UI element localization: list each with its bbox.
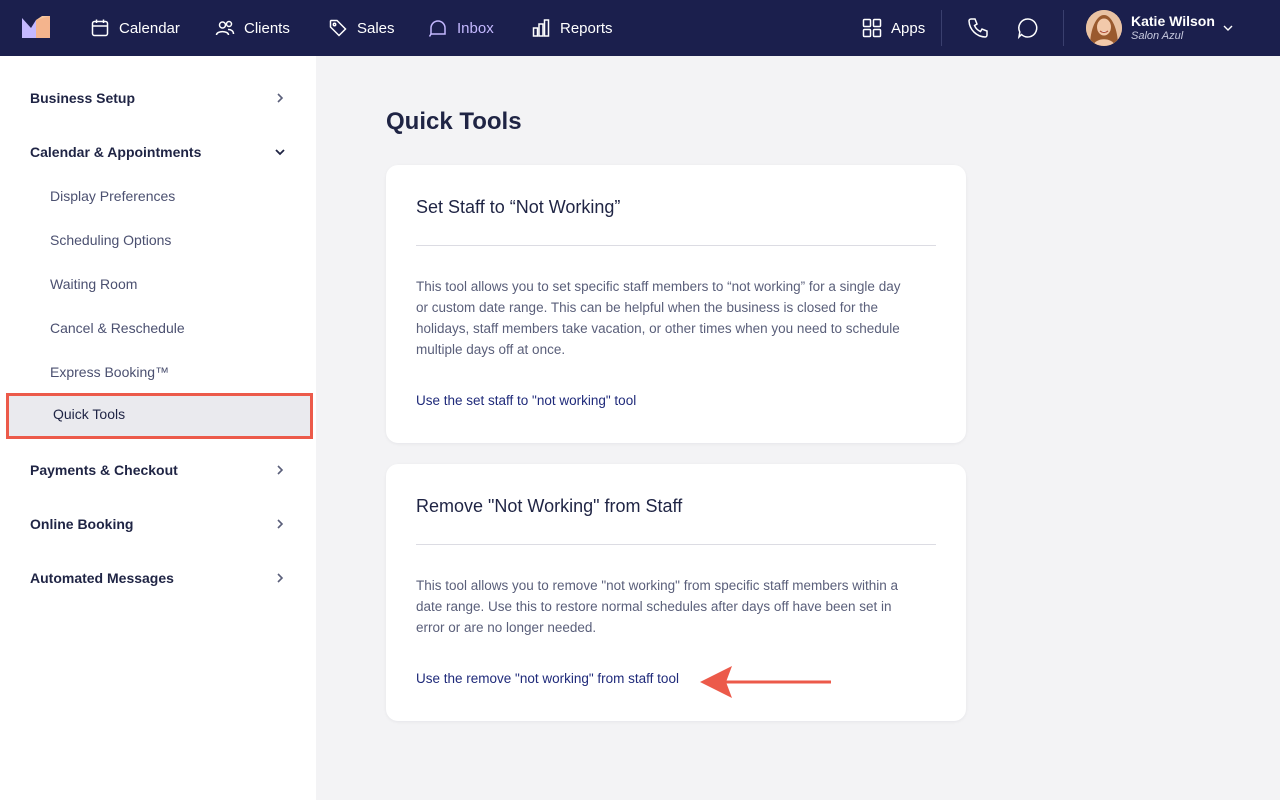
- avatar: [1086, 10, 1122, 46]
- brand-logo[interactable]: [22, 16, 50, 38]
- nav-inbox[interactable]: Inbox: [428, 0, 494, 56]
- nav-clients-label: Clients: [244, 19, 290, 37]
- card-title: Remove "Not Working" from Staff: [416, 496, 683, 516]
- business-name: Salon Azul: [1131, 30, 1184, 42]
- sidebar-item-scheduling-options[interactable]: Scheduling Options: [50, 228, 290, 252]
- sidebar-section-online-booking[interactable]: Online Booking: [30, 512, 292, 536]
- card-description: This tool allows you to set specific sta…: [416, 279, 901, 357]
- chevron-right-icon: [277, 465, 284, 475]
- sidebar-item-quick-tools[interactable]: Quick Tools: [6, 393, 313, 439]
- user-name: Katie Wilson: [1131, 13, 1215, 29]
- apps-grid-icon: [862, 18, 882, 38]
- users-icon: [215, 20, 235, 36]
- nav-sales-label: Sales: [357, 19, 395, 37]
- chevron-right-icon: [277, 573, 284, 583]
- nav-sales[interactable]: Sales: [328, 0, 395, 56]
- sidebar-section-business-setup[interactable]: Business Setup: [30, 86, 292, 110]
- nav-inbox-label: Inbox: [457, 19, 494, 37]
- user-menu[interactable]: Katie Wilson Salon Azul: [1086, 10, 1233, 46]
- chevron-down-icon: [275, 149, 285, 156]
- topbar-divider: [941, 10, 942, 46]
- sidebar-item-label: Display Preferences: [50, 188, 176, 204]
- card-description: This tool allows you to remove "not work…: [416, 578, 899, 635]
- remove-not-working-tool-link[interactable]: Use the remove "not working" from staff …: [416, 671, 679, 686]
- set-not-working-tool-link[interactable]: Use the set staff to "not working" tool: [416, 393, 636, 408]
- top-navigation-bar: Calendar Clients Sales Inbox Reports App…: [0, 0, 1280, 56]
- nav-reports-label: Reports: [560, 19, 613, 37]
- sidebar-item-display-preferences[interactable]: Display Preferences: [50, 184, 290, 208]
- sidebar-section-label: Payments & Checkout: [30, 462, 178, 478]
- chevron-down-icon: [1223, 25, 1233, 31]
- tool-card-set-not-working: Set Staff to “Not Working” This tool all…: [386, 165, 966, 443]
- sidebar-section-payments-checkout[interactable]: Payments & Checkout: [30, 458, 292, 482]
- sidebar-item-cancel-reschedule[interactable]: Cancel & Reschedule: [50, 316, 290, 340]
- sidebar-section-label: Business Setup: [30, 90, 136, 106]
- sidebar-item-label: Cancel & Reschedule: [50, 320, 185, 336]
- tool-card-remove-not-working: Remove "Not Working" from Staff This too…: [386, 464, 966, 721]
- card-divider: [416, 245, 936, 246]
- nav-clients[interactable]: Clients: [215, 0, 290, 56]
- nav-apps-label: Apps: [891, 19, 926, 37]
- sidebar-section-label: Automated Messages: [30, 570, 174, 586]
- nav-calendar-label: Calendar: [119, 19, 180, 37]
- sidebar-item-express-booking[interactable]: Express Booking™: [50, 360, 290, 384]
- sidebar-section-automated-messages[interactable]: Automated Messages: [30, 566, 292, 590]
- calendar-icon: [91, 19, 109, 37]
- nav-calendar[interactable]: Calendar: [90, 0, 180, 56]
- annotation-arrow-icon: [700, 666, 831, 698]
- inbox-icon: [428, 20, 446, 37]
- sidebar-section-label: Online Booking: [30, 516, 134, 532]
- nav-apps[interactable]: Apps: [862, 0, 925, 56]
- phone-icon[interactable]: [966, 16, 990, 40]
- settings-sidebar: Business Setup Calendar & Appointments D…: [0, 56, 316, 800]
- sidebar-item-waiting-room[interactable]: Waiting Room: [50, 272, 290, 296]
- chevron-right-icon: [277, 93, 284, 103]
- tag-icon: [329, 19, 347, 37]
- sidebar-section-calendar-appointments[interactable]: Calendar & Appointments: [30, 140, 292, 164]
- chat-icon[interactable]: [1016, 16, 1040, 40]
- chevron-right-icon: [277, 519, 284, 529]
- bar-chart-icon: [532, 19, 550, 37]
- sidebar-item-label: Waiting Room: [50, 276, 138, 292]
- sidebar-item-label: Quick Tools: [53, 406, 126, 422]
- card-divider: [416, 544, 936, 545]
- nav-reports[interactable]: Reports: [531, 0, 613, 56]
- card-title: Set Staff to “Not Working”: [416, 197, 621, 217]
- sidebar-item-label: Scheduling Options: [50, 232, 172, 248]
- sidebar-item-label: Express Booking™: [50, 364, 170, 380]
- sidebar-section-label: Calendar & Appointments: [30, 144, 202, 160]
- topbar-divider: [1063, 10, 1064, 46]
- page-title: Quick Tools: [386, 108, 522, 135]
